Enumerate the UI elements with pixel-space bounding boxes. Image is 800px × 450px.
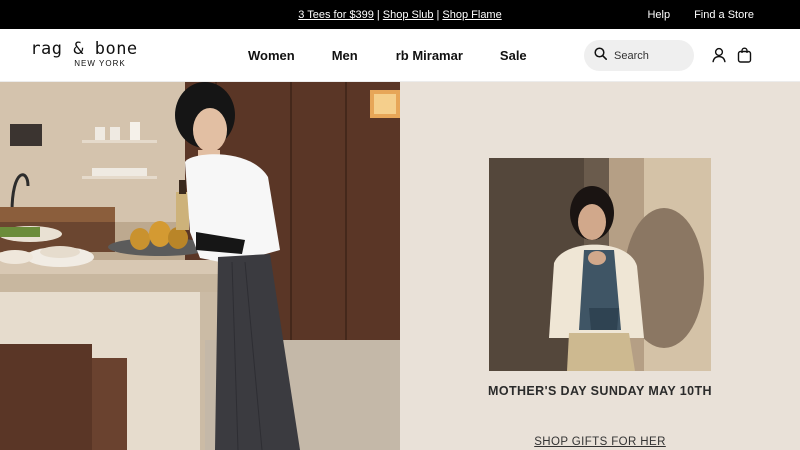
nav-item-rb-miramar[interactable]: rb Miramar	[396, 48, 463, 63]
search-bar[interactable]	[584, 40, 694, 71]
kitchen-photo	[0, 82, 400, 450]
search-icon	[594, 46, 607, 65]
shop-gifts-link[interactable]: SHOP GIFTS FOR HER	[400, 436, 800, 448]
bag-icon[interactable]	[734, 45, 754, 65]
announcement-bar: 3 Tees for $399 | Shop Slub | Shop Flame…	[0, 0, 800, 29]
promo-link-slub[interactable]: Shop Slub	[383, 9, 434, 21]
nav-item-sale[interactable]: Sale	[500, 48, 527, 63]
account-icon[interactable]	[709, 45, 729, 65]
nav-item-men[interactable]: Men	[332, 48, 358, 63]
find-store-link[interactable]: Find a Store	[694, 9, 754, 21]
logo-text: rag & bone	[30, 39, 138, 59]
fleece-model-photo	[489, 158, 711, 371]
logo-subtext: NEW YORK	[74, 59, 126, 68]
promo-link-tees[interactable]: 3 Tees for $399	[298, 9, 374, 21]
hero-panel-right: MOTHER'S DAY SUNDAY MAY 10TH SHOP GIFTS …	[400, 82, 800, 450]
promo-link-flame[interactable]: Shop Flame	[442, 9, 501, 21]
promo-image[interactable]	[489, 158, 711, 371]
main-nav: Women Men rb Miramar Sale	[248, 29, 527, 82]
nav-item-women[interactable]: Women	[248, 48, 295, 63]
logo[interactable]: rag & bone NEW YORK	[24, 39, 144, 68]
help-link[interactable]: Help	[647, 9, 670, 21]
site-header: rag & bone NEW YORK Women Men rb Miramar…	[0, 29, 800, 82]
hero-image-left[interactable]	[0, 82, 400, 450]
utility-links: Help Find a Store	[647, 0, 754, 29]
promo-title: MOTHER'S DAY SUNDAY MAY 10TH	[488, 384, 712, 398]
search-input[interactable]	[614, 49, 684, 62]
separator: |	[376, 8, 380, 21]
separator: |	[436, 8, 440, 21]
